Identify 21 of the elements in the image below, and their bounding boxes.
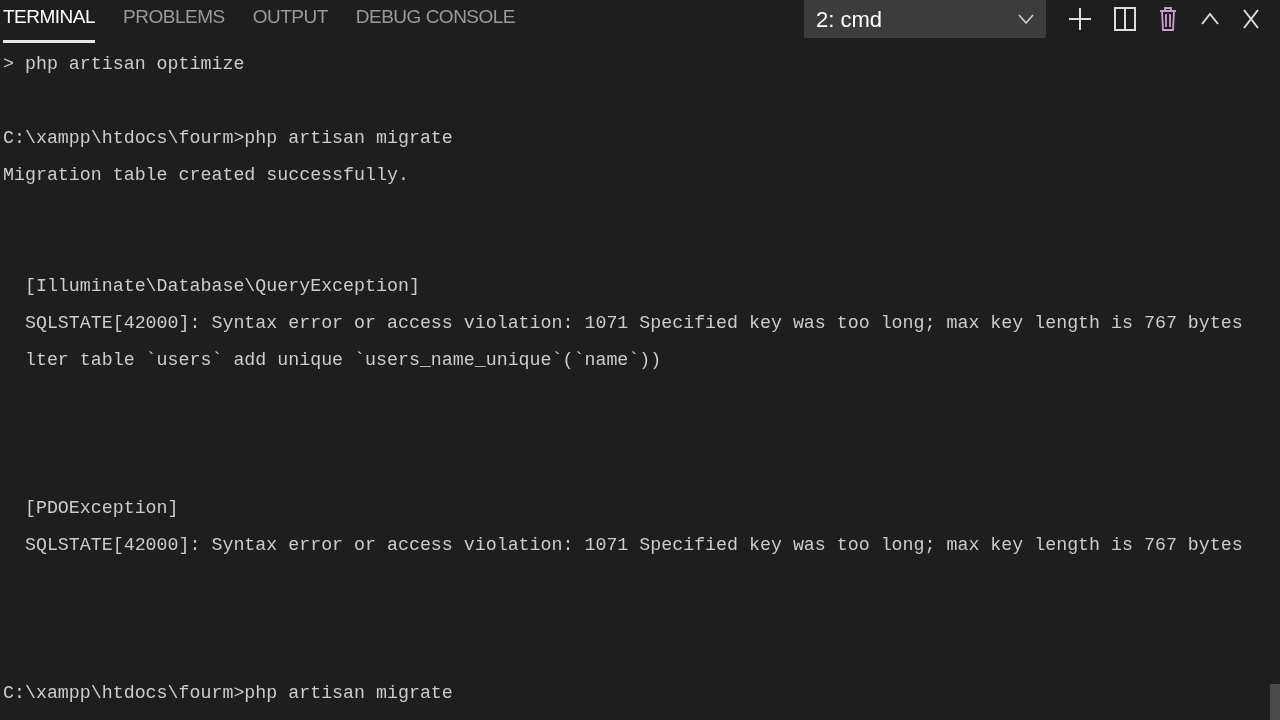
terminal-line: lter table `users` add unique `users_name_unique`(`name`))	[23, 349, 662, 372]
panel-tab[interactable]: PROBLEMS	[123, 0, 225, 43]
terminal-line: [Illuminate\Database\QueryException]	[23, 275, 420, 298]
panel-tab[interactable]: DEBUG CONSOLE	[355, 0, 516, 43]
split-icon[interactable]	[1114, 7, 1136, 31]
terminal-line: C:\xampp\htdocs\fourm>php artisan migrate	[2, 682, 453, 705]
panel-tab[interactable]: OUTPUT	[252, 0, 328, 43]
terminal-line: [PDOException]	[23, 497, 179, 520]
terminal-line: Migration table created successfully.	[2, 164, 409, 187]
trash-icon[interactable]	[1158, 7, 1178, 31]
panel-tab[interactable]: TERMINAL	[3, 0, 96, 43]
terminal-line: SQLSTATE[42000]: Syntax error or access violation: 1071 Specified key was too long; max key length is 767 bytes	[23, 312, 1243, 335]
terminal-line: > php artisan optimize	[2, 53, 245, 76]
plus-icon[interactable]	[1068, 7, 1092, 31]
terminal-select[interactable]: 2: cmd	[804, 0, 1046, 38]
chevron-down-icon	[1018, 14, 1034, 24]
chevron-up-icon[interactable]	[1200, 12, 1220, 26]
terminal-line: SQLSTATE[42000]: Syntax error or access violation: 1071 Specified key was too long; max key length is 767 bytes	[23, 534, 1243, 557]
terminal-line: C:\xampp\htdocs\fourm>php artisan migrate	[2, 127, 453, 150]
scrollbar-thumb	[1270, 684, 1280, 720]
close-icon[interactable]	[1242, 9, 1260, 29]
